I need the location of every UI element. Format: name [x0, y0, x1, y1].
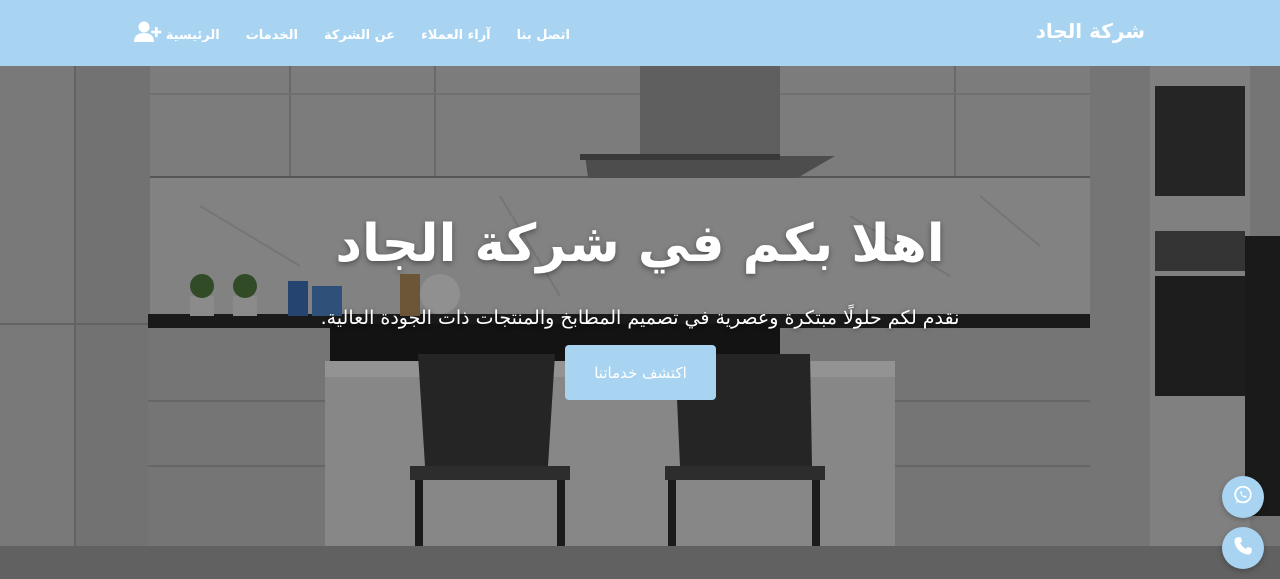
hero-section: اهلا بكم في شركة الجاد نقدم لكم حلولًا م…	[0, 66, 1280, 579]
nav-link-services[interactable]: الخدمات	[246, 28, 298, 43]
nav-item-about: عن الشركة	[324, 24, 395, 43]
nav-link-about[interactable]: عن الشركة	[324, 28, 395, 43]
nav-link-home[interactable]: الرئيسية	[166, 28, 220, 43]
explore-services-button[interactable]: اكتشف خدماتنا	[565, 345, 716, 400]
phone-call-button[interactable]	[1222, 527, 1264, 569]
hero-title: اهلا بكم في شركة الجاد	[335, 214, 945, 274]
whatsapp-button[interactable]	[1222, 476, 1264, 518]
phone-icon	[1232, 535, 1254, 561]
nav-item-testimonials: آراء العملاء	[421, 24, 490, 43]
nav-link-contact[interactable]: اتصل بنا	[517, 28, 570, 43]
navbar: شركة الجاد الرئيسية الخدمات عن الشركة آر…	[0, 0, 1280, 66]
nav-link-testimonials[interactable]: آراء العملاء	[421, 28, 490, 43]
brand-logo[interactable]: شركة الجاد	[1036, 19, 1145, 43]
nav-item-services: الخدمات	[246, 24, 298, 43]
user-plus-icon[interactable]	[134, 20, 162, 44]
nav-item-home: الرئيسية	[166, 24, 220, 43]
whatsapp-icon	[1232, 484, 1254, 510]
nav-menu: الرئيسية الخدمات عن الشركة آراء العملاء …	[166, 0, 570, 66]
nav-item-contact: اتصل بنا	[517, 24, 570, 43]
hero-subtitle: نقدم لكم حلولًا مبتكرة وعصرية في تصميم ا…	[320, 307, 960, 329]
